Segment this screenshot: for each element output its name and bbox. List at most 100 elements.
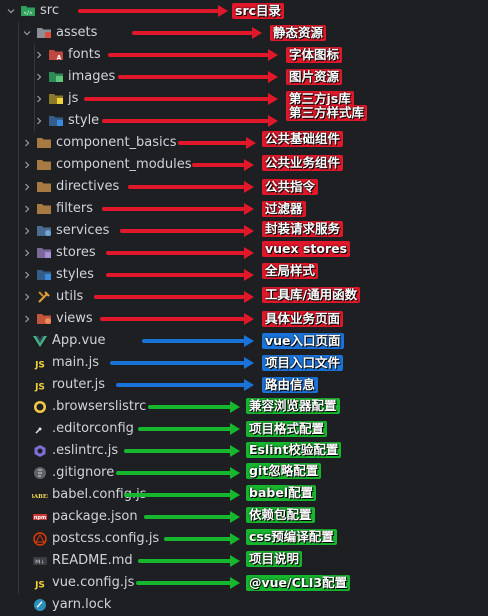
folder-style-icon bbox=[48, 113, 64, 129]
chevron-right-icon[interactable] bbox=[22, 204, 32, 214]
chevron-right-icon[interactable] bbox=[22, 226, 32, 236]
explorer-item-editorconfig[interactable]: .editorconfig bbox=[0, 418, 488, 440]
explorer-item-label: babel.config.js bbox=[52, 487, 147, 502]
folder-views-icon bbox=[36, 311, 52, 327]
chevron-right-icon[interactable] bbox=[34, 50, 44, 60]
explorer-item-label: assets bbox=[56, 25, 98, 40]
explorer-item-directives[interactable]: directives bbox=[0, 176, 488, 198]
chevron-down-icon[interactable] bbox=[6, 6, 16, 16]
explorer-item-browserslistrc[interactable]: .browserslistrc bbox=[0, 396, 488, 418]
explorer-item-vue-config-js[interactable]: JS vue.config.js bbox=[0, 572, 488, 594]
folder-src-icon: </> bbox=[20, 3, 36, 19]
explorer-item-services[interactable]: services bbox=[0, 220, 488, 242]
explorer-item-label: postcss.config.js bbox=[52, 531, 160, 546]
explorer-item-js[interactable]: js bbox=[0, 88, 488, 110]
chevron-right-icon[interactable] bbox=[34, 116, 44, 126]
explorer-item-eslintrc-js[interactable]: .eslintrc.js bbox=[0, 440, 488, 462]
explorer-item-main-js[interactable]: JS main.js bbox=[0, 352, 488, 374]
explorer-item-component-basics[interactable]: component_basics bbox=[0, 132, 488, 154]
explorer-item-fonts[interactable]: Afonts bbox=[0, 44, 488, 66]
postcss-file-icon bbox=[32, 531, 48, 547]
explorer-item-component-modules[interactable]: component_modules bbox=[0, 154, 488, 176]
explorer-item-assets[interactable]: assets bbox=[0, 22, 488, 44]
explorer-item-stores[interactable]: stores bbox=[0, 242, 488, 264]
folder-styles-icon bbox=[36, 267, 52, 283]
svg-text:A: A bbox=[57, 55, 62, 62]
svg-text:JS: JS bbox=[34, 361, 45, 371]
explorer-item-label: main.js bbox=[52, 355, 99, 370]
folder-icon bbox=[36, 157, 52, 173]
explorer-item-label: styles bbox=[56, 267, 94, 282]
folder-fonts-icon: A bbox=[48, 47, 64, 63]
explorer-item-postcss-config-js[interactable]: postcss.config.js bbox=[0, 528, 488, 550]
explorer-item-src[interactable]: </> src bbox=[0, 0, 488, 22]
vue-file-icon bbox=[32, 333, 48, 349]
yarn-file-icon bbox=[32, 597, 48, 613]
explorer-item-label: App.vue bbox=[52, 333, 106, 348]
explorer-item-label: .eslintrc.js bbox=[52, 443, 119, 458]
explorer-item-styles[interactable]: styles bbox=[0, 264, 488, 286]
chevron-right-icon[interactable] bbox=[22, 248, 32, 258]
explorer-item-label: stores bbox=[56, 245, 96, 260]
browserslist-file-icon bbox=[32, 399, 48, 415]
chevron-right-icon[interactable] bbox=[22, 138, 32, 148]
explorer-item-router-js[interactable]: JS router.js bbox=[0, 374, 488, 396]
explorer-item-package-json[interactable]: npm package.json bbox=[0, 506, 488, 528]
explorer-item-filters[interactable]: filters bbox=[0, 198, 488, 220]
explorer-item-label: component_basics bbox=[56, 135, 177, 150]
folder-icon bbox=[36, 135, 52, 151]
explorer-item-app-vue[interactable]: App.vue bbox=[0, 330, 488, 352]
npm-file-icon: npm bbox=[32, 509, 48, 525]
explorer-item-babel-config-js[interactable]: BABEL babel.config.js bbox=[0, 484, 488, 506]
explorer-item-label: images bbox=[68, 69, 116, 84]
chevron-down-icon[interactable] bbox=[22, 28, 32, 38]
explorer-item-label: fonts bbox=[68, 47, 101, 62]
chevron-right-icon[interactable] bbox=[22, 160, 32, 170]
explorer-item-label: js bbox=[68, 91, 79, 106]
folder-images-icon bbox=[48, 69, 64, 85]
file-explorer: </> src assets Afonts images js style component… bbox=[0, 0, 488, 615]
explorer-item-style[interactable]: style bbox=[0, 110, 488, 132]
explorer-item-label: views bbox=[56, 311, 93, 326]
explorer-item-gitignore[interactable]: .gitignore bbox=[0, 462, 488, 484]
chevron-right-icon[interactable] bbox=[22, 270, 32, 280]
svg-text:JS: JS bbox=[34, 383, 45, 393]
markdown-file-icon: M↓ bbox=[32, 553, 48, 569]
explorer-item-images[interactable]: images bbox=[0, 66, 488, 88]
explorer-item-label: src bbox=[40, 3, 59, 18]
explorer-item-label: vue.config.js bbox=[52, 575, 135, 590]
eslint-file-icon bbox=[32, 443, 48, 459]
folder-stores-icon bbox=[36, 245, 52, 261]
svg-text:BABEL: BABEL bbox=[32, 494, 48, 500]
explorer-item-label: .browserslistrc bbox=[52, 399, 147, 414]
explorer-item-label: services bbox=[56, 223, 110, 238]
git-file-icon bbox=[32, 465, 48, 481]
js-file-icon: JS bbox=[32, 355, 48, 371]
folder-assets-icon bbox=[36, 25, 52, 41]
folder-services-icon bbox=[36, 223, 52, 239]
explorer-item-views[interactable]: views bbox=[0, 308, 488, 330]
explorer-item-label: yarn.lock bbox=[52, 597, 112, 612]
chevron-right-icon[interactable] bbox=[22, 314, 32, 324]
babel-file-icon: BABEL bbox=[32, 487, 48, 503]
folder-utils-icon bbox=[36, 289, 52, 305]
chevron-right-icon[interactable] bbox=[22, 292, 32, 302]
svg-text:M↓: M↓ bbox=[35, 559, 45, 566]
svg-text:</>: </> bbox=[23, 11, 32, 17]
chevron-right-icon[interactable] bbox=[34, 94, 44, 104]
explorer-item-label: component_modules bbox=[56, 157, 192, 172]
folder-icon bbox=[36, 201, 52, 217]
explorer-item-label: filters bbox=[56, 201, 94, 216]
explorer-item-label: style bbox=[68, 113, 100, 128]
explorer-item-yarn-lock[interactable]: yarn.lock bbox=[0, 594, 488, 616]
explorer-item-label: package.json bbox=[52, 509, 138, 524]
explorer-item-label: directives bbox=[56, 179, 120, 194]
explorer-item-utils[interactable]: utils bbox=[0, 286, 488, 308]
folder-js-icon bbox=[48, 91, 64, 107]
editorconfig-file-icon bbox=[32, 421, 48, 437]
explorer-item-readme-md[interactable]: M↓ README.md bbox=[0, 550, 488, 572]
chevron-right-icon[interactable] bbox=[34, 72, 44, 82]
explorer-item-label: README.md bbox=[52, 553, 133, 568]
chevron-right-icon[interactable] bbox=[22, 182, 32, 192]
folder-icon bbox=[36, 179, 52, 195]
